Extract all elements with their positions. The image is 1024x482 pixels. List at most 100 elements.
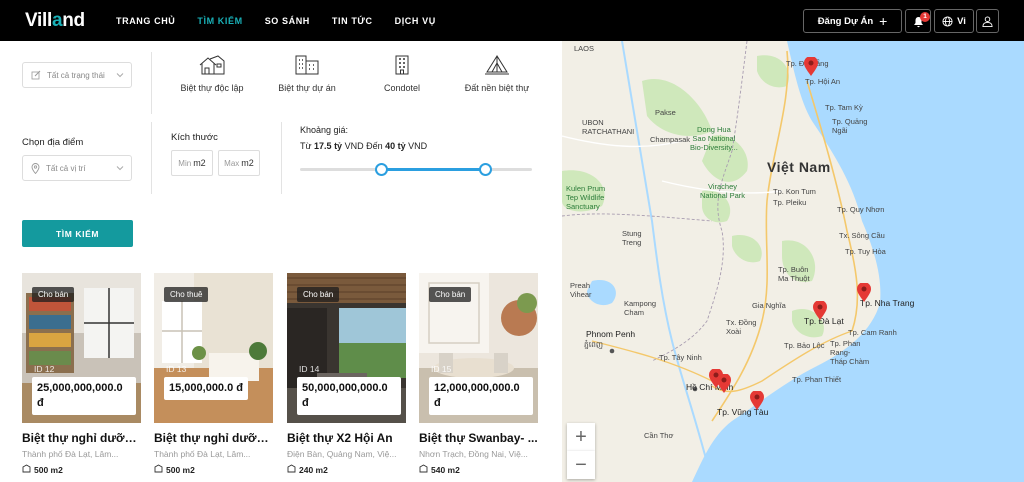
- listing-card[interactable]: Cho bán ID 14 50,000,000,000.0 đ Biệt th…: [287, 273, 406, 475]
- listing-photo[interactable]: Cho bán ID 12 25,000,000,000.0 đ: [22, 273, 141, 423]
- map-label: Tp. Bảo Lộc: [784, 341, 825, 350]
- price-slider[interactable]: [300, 163, 532, 176]
- map-label: Tp. Phan Rang- Tháp Chàm: [830, 339, 870, 366]
- listing-price: 25,000,000,000.0 đ: [32, 377, 136, 415]
- map-label: Gia Nghĩa: [752, 301, 786, 310]
- map-label: Tp. Tuy Hòa: [845, 247, 886, 256]
- listing-area: 540 m2: [419, 464, 538, 475]
- listing-id: ID 14: [299, 364, 320, 374]
- map-country-label: Việt Nam: [767, 159, 831, 175]
- map-label: Tp. Cam Ranh: [848, 328, 897, 337]
- type-villa-detached[interactable]: Biệt thự độc lập: [162, 54, 262, 93]
- size-max-input[interactable]: Max m2: [218, 150, 260, 176]
- map-marker[interactable]: [717, 374, 731, 394]
- map-marker[interactable]: [813, 301, 827, 321]
- map-pin-icon: [31, 162, 40, 174]
- listing-tag: Cho bán: [297, 287, 340, 302]
- listing-title[interactable]: Biệt thự X2 Hội An: [287, 431, 406, 445]
- type-villa-project[interactable]: Biệt thự dự án: [257, 54, 357, 93]
- price-slider-fill: [381, 168, 486, 171]
- listing-id: ID 13: [166, 364, 187, 374]
- map-label: Tp. Hội An: [805, 77, 841, 86]
- map-label: Tp. Phan Thiết: [792, 375, 842, 384]
- map-label: Phnom Penh: [586, 329, 636, 339]
- price-label: Khoảng giá:: [300, 125, 349, 135]
- divider: [151, 122, 152, 194]
- map-label: Tp. Quảng Ngãi: [832, 117, 868, 135]
- tent-icon: [485, 55, 509, 75]
- listing-title[interactable]: Biệt thự nghỉ dưỡng...: [22, 431, 141, 445]
- search-button[interactable]: TÌM KIẾM: [22, 220, 133, 247]
- map-base: [562, 41, 881, 482]
- edit-icon: [31, 70, 41, 80]
- area-icon: [419, 464, 428, 475]
- listing-photo[interactable]: Cho bán ID 14 50,000,000,000.0 đ: [287, 273, 406, 423]
- type-villa-land[interactable]: Đất nền biệt thự: [447, 54, 547, 93]
- map-marker[interactable]: [750, 391, 764, 411]
- price-slider-max-handle[interactable]: [479, 163, 493, 176]
- listing-tag: Cho bán: [32, 287, 75, 302]
- type-condotel[interactable]: Condotel: [352, 54, 452, 93]
- divider: [281, 122, 282, 194]
- map-label: Tp. Buôn Ma Thuột: [778, 265, 810, 283]
- map-label: Dong Hua Sao National Bio-Diversity...: [690, 125, 738, 152]
- building-icon: [295, 55, 319, 75]
- map-label: Stung Treng: [622, 229, 642, 247]
- area-icon: [287, 464, 296, 475]
- notification-badge: 1: [920, 12, 930, 22]
- listing-location: Thành phố Đà Lạt, Lâm...: [22, 449, 119, 459]
- listing-area: 240 m2: [287, 464, 406, 475]
- listing-price: 12,000,000,000.0 đ: [429, 377, 533, 415]
- map-label: Kampong Cham: [624, 299, 657, 317]
- listing-title[interactable]: Biệt thự Swanbay- ...: [419, 431, 538, 445]
- map-label: Kulen Prum Tep Wildlife Sanctuary: [566, 184, 606, 211]
- listing-location: Thành phố Đà Lạt, Lâm...: [154, 449, 251, 459]
- logo[interactable]: Villand: [25, 10, 85, 32]
- size-label: Kích thước: [171, 132, 218, 143]
- price-range-text: Từ 17.5 tỷ VND Đến 40 tỷ VND: [300, 141, 428, 151]
- chevron-down-icon: [116, 164, 124, 174]
- listing-location: Nhơn Trạch, Đồng Nai, Việ...: [419, 449, 528, 459]
- listing-card[interactable]: Cho thuê ID 13 15,000,000.0 đ Biệt thự n…: [154, 273, 273, 475]
- map-label: Virachey National Park: [700, 182, 746, 200]
- divider: [151, 52, 152, 114]
- listing-id: ID 15: [431, 364, 452, 374]
- listing-area: 500 m2: [154, 464, 273, 475]
- map-label: LAOS: [574, 44, 595, 53]
- nav-news[interactable]: TIN TỨC: [332, 16, 373, 26]
- nav-services[interactable]: DỊCH VỤ: [395, 16, 436, 26]
- map-zoom-out-button[interactable]: −: [567, 451, 595, 479]
- globe-icon: [942, 15, 953, 27]
- price-slider-min-handle[interactable]: [374, 163, 388, 176]
- map-label: ភ្នំពេញ: [584, 340, 604, 349]
- map-marker[interactable]: [804, 57, 818, 77]
- nav-search[interactable]: TÌM KIẾM: [197, 16, 242, 26]
- area-icon: [154, 464, 163, 475]
- listing-area: 500 m2: [22, 464, 141, 475]
- map-marker[interactable]: [857, 283, 871, 303]
- top-navbar: Villand TRANG CHỦ TÌM KIẾM SO SÁNH TIN T…: [0, 0, 1024, 41]
- listing-photo[interactable]: Cho thuê ID 13 15,000,000.0 đ: [154, 273, 273, 423]
- status-select[interactable]: Tất cả trạng thái: [22, 62, 132, 88]
- map-label: Tx. Đồng Xoài: [726, 318, 757, 336]
- listing-id: ID 12: [34, 364, 55, 374]
- tower-icon: [395, 55, 409, 75]
- nav-home[interactable]: TRANG CHỦ: [116, 16, 175, 26]
- post-project-button[interactable]: Đăng Dự Án +: [803, 9, 902, 33]
- size-min-input[interactable]: Min m2: [171, 150, 213, 176]
- listing-card[interactable]: Cho bán ID 15 12,000,000,000.0 đ Biệt th…: [419, 273, 538, 475]
- listing-card[interactable]: Cho bán ID 12 25,000,000,000.0 đ Biệt th…: [22, 273, 141, 475]
- language-button[interactable]: Vi: [934, 9, 974, 33]
- nav-compare[interactable]: SO SÁNH: [265, 16, 310, 26]
- location-select[interactable]: Tất cả vị trí: [22, 155, 132, 181]
- property-map[interactable]: LAOS UBON RATCHATHANI Pakse Champasak Do…: [562, 41, 1024, 482]
- map-label: Tp. Quy Nhơn: [837, 205, 885, 214]
- user-account-button[interactable]: [976, 9, 999, 33]
- main-nav: TRANG CHỦ TÌM KIẾM SO SÁNH TIN TỨC DỊCH …: [116, 16, 458, 26]
- listing-tag: Cho bán: [429, 287, 472, 302]
- listing-location: Điện Bàn, Quảng Nam, Việ...: [287, 449, 397, 459]
- notification-button[interactable]: 1: [905, 9, 931, 33]
- listing-photo[interactable]: Cho bán ID 15 12,000,000,000.0 đ: [419, 273, 538, 423]
- listing-title[interactable]: Biệt thự nghỉ dưỡng...: [154, 431, 273, 445]
- map-zoom-in-button[interactable]: +: [567, 423, 595, 451]
